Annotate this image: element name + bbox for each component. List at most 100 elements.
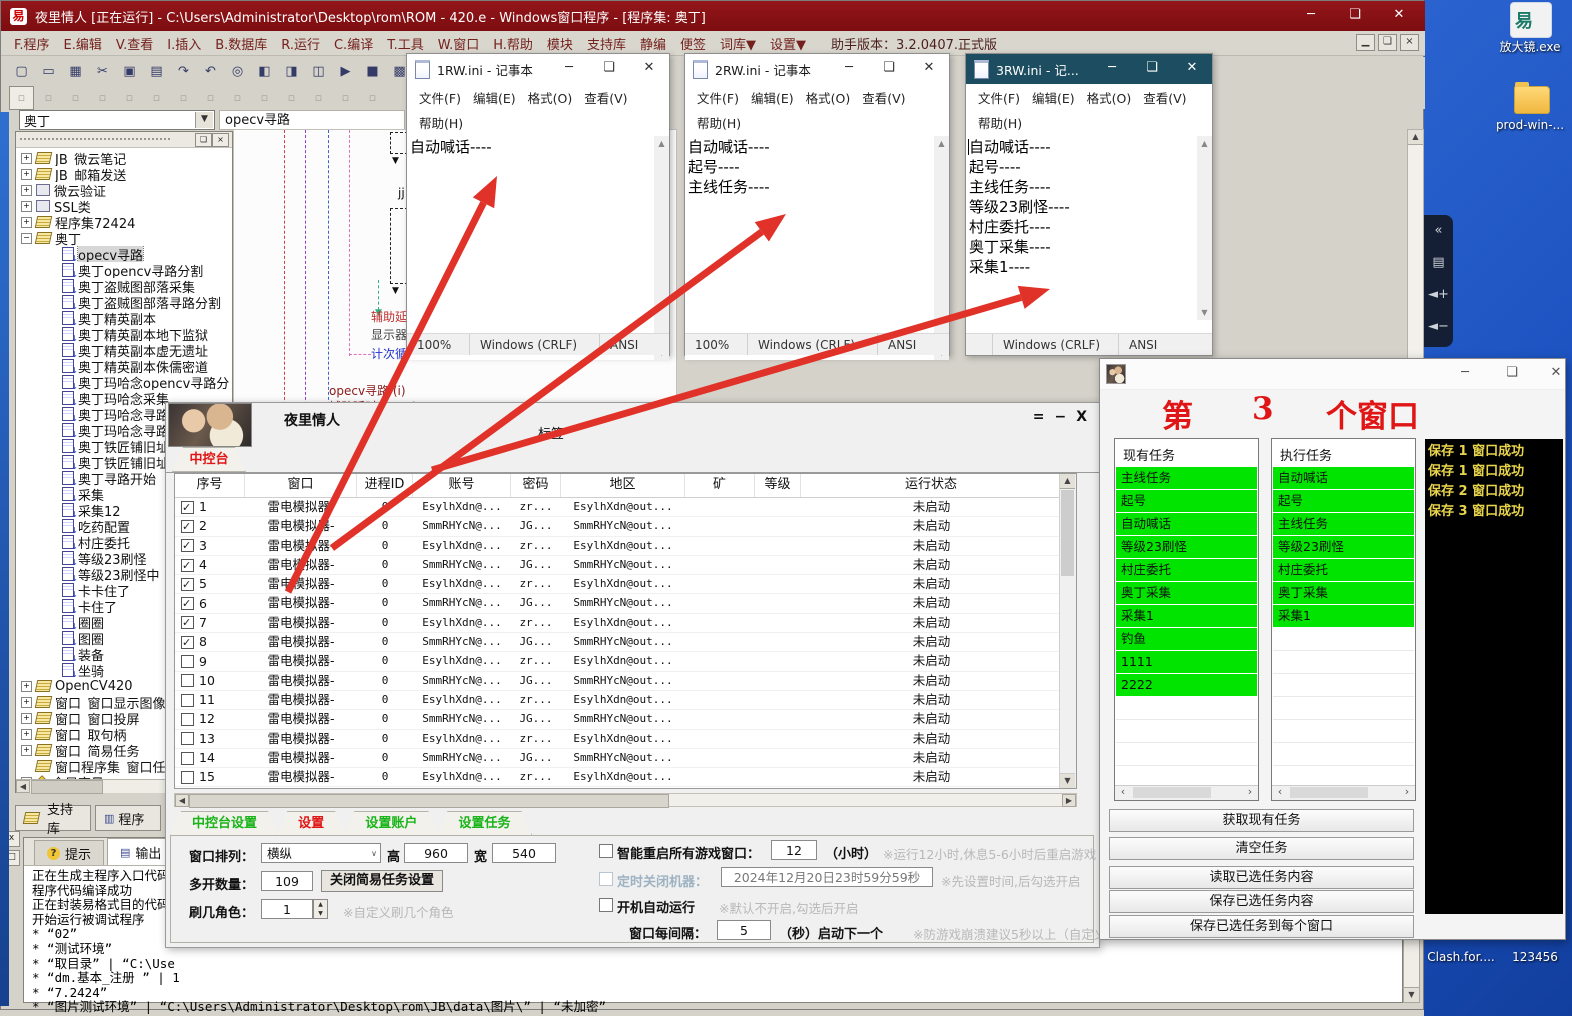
menu-item[interactable]: 帮助(H) [972,110,1028,135]
row-checkbox[interactable] [181,501,194,514]
autorun-checkbox[interactable] [599,898,613,912]
row-checkbox[interactable] [181,520,194,533]
menu-item[interactable]: 支持库 [587,34,626,53]
menu-item[interactable]: F.程序 [14,34,50,53]
table-row[interactable]: 14 雷电模拟器- 0 SmmRHYcN@... JG... SmmRHYcN@… [175,749,1076,768]
table-row[interactable]: 16 雷电模拟器- 0 SmmRHYcN@... JG... SmmRHYcN@… [175,787,1076,789]
support-lib-button[interactable]: 支持库 [15,805,91,831]
tree-item-label[interactable]: 采集 [78,486,104,502]
tree-item-label[interactable]: 奥丁精英副本侏儒密道 [78,358,208,374]
scroll-left-icon[interactable]: ◀ [16,780,30,793]
chevron-down-icon[interactable]: ▼ [195,112,213,128]
read-selected-button[interactable]: 读取已选任务内容 [1109,866,1414,889]
col-password[interactable]: 密码 [511,474,561,497]
scroll-up-icon[interactable]: ▲ [934,136,949,151]
row-checkbox[interactable] [181,694,194,707]
list-horizontal-scrollbar[interactable]: ‹› [1115,785,1258,800]
save-selected-button[interactable]: 保存已选任务内容 [1109,890,1414,913]
col-account[interactable]: 账号 [413,474,511,497]
tree-item-label[interactable]: 程序集72424 [55,214,135,230]
expand-toggle-icon[interactable] [21,745,32,756]
menu-item[interactable]: 设置▼ [770,34,806,53]
align-icon[interactable]: ▫ [279,86,304,110]
scrollbar-thumb[interactable] [1290,787,1368,798]
task-item[interactable]: 奥丁采集 [1273,582,1414,605]
tree-item-label[interactable]: 等级23刷怪 [78,550,147,566]
table-row[interactable]: 15 雷电模拟器- 0 EsylhXdn@... zr... EsylhXdn@… [175,768,1076,787]
scroll-down-icon[interactable]: ▼ [1197,305,1212,320]
multi-open-input[interactable]: 109 [261,871,313,891]
tree-item[interactable]: JB_邮箱发送 [18,166,232,182]
paste-icon[interactable]: ▤ [144,60,169,84]
row-checkbox[interactable] [181,713,194,726]
copy-icon[interactable]: ▣ [117,60,142,84]
menu-item[interactable]: 便签 [680,34,706,53]
table-row[interactable]: 2 雷电模拟器- 0 SmmRHYcN@... JG... SmmRHYcN@o… [175,517,1076,536]
tree-item-label[interactable]: 村庄委托 [78,534,130,550]
align-icon[interactable]: ▫ [9,86,34,110]
stop-icon[interactable]: ■ [360,60,385,84]
tree-item[interactable]: 微云验证 [18,182,232,198]
list-horizontal-scrollbar[interactable]: ‹› [1272,785,1415,800]
menu-item[interactable]: W.窗口 [438,34,480,53]
tree-item-label[interactable]: 窗口_简易任务 [55,742,140,758]
task-panel-title-bar[interactable]: ─ ❏ ✕ [1100,359,1565,390]
minimize-button[interactable]: − [1054,409,1066,425]
settings-tab[interactable]: 中控台设置 [170,811,279,836]
task-item[interactable]: 起号 [1273,490,1414,513]
table-row[interactable]: 6 雷电模拟器- 0 SmmRHYcN@... JG... SmmRHYcN@o… [175,594,1076,613]
row-checkbox[interactable] [181,539,194,552]
timed-shutdown-checkbox[interactable] [599,872,613,886]
task-item[interactable]: 起号 [1116,490,1257,513]
menu-item[interactable]: 文件(F) [691,85,745,110]
tree-item-label[interactable]: 奥丁寻路开始 [78,470,156,486]
tree-item[interactable]: SSL类 [18,198,232,214]
tree-item-label[interactable]: 奥丁玛哈念采集 [78,390,169,406]
align-icon[interactable]: ▫ [171,86,196,110]
tree-item[interactable]: 奥丁玛哈念opencv寻路分 [18,374,232,390]
redo-icon[interactable]: ↷ [171,60,196,84]
task-item[interactable]: 村庄委托 [1273,559,1414,582]
program-button[interactable]: ▥ 程序 [95,805,161,831]
task-item[interactable]: 钓鱼 [1116,628,1257,651]
menu-toggle-button[interactable]: = [1033,409,1045,425]
row-checkbox[interactable] [181,559,194,572]
magnifier-app-icon[interactable]: 易 [1510,2,1552,38]
menu-item[interactable]: 格式(O) [1081,85,1138,110]
tree-item-label[interactable]: 窗口_取句柄 [55,726,127,742]
align-icon[interactable]: ▫ [225,86,250,110]
interval-input[interactable]: 5 [717,920,771,940]
align-icon[interactable]: ▫ [63,86,88,110]
col-mine[interactable]: 矿 [685,474,755,497]
smart-restart-checkbox[interactable] [599,844,613,858]
close-button[interactable]: ✕ [909,54,949,84]
menu-item[interactable]: I.插入 [167,34,201,53]
menu-item[interactable]: 文件(F) [413,85,467,110]
tree-item-label[interactable]: 窗口_窗口投屏 [55,710,140,726]
menu-item[interactable]: E.编辑 [64,34,102,53]
tree-item[interactable]: 奥丁精英副本地下监狱 [18,326,232,342]
scroll-up-icon[interactable]: ▲ [1060,474,1075,489]
close-panel-icon[interactable]: × [212,133,229,147]
notepad-text-area[interactable]: 自动喊话----起号----主线任务---- ▲ ▼ [685,136,949,360]
new-file-icon[interactable]: ▢ [9,60,34,84]
menu-item[interactable]: 模块 [547,34,573,53]
row-checkbox[interactable] [181,674,194,687]
table-row[interactable]: 1 雷电模拟器- 0 EsylhXdn@... zr... EsylhXdn@o… [175,498,1076,517]
align-icon[interactable]: ▫ [252,86,277,110]
minimize-button[interactable]: ─ [1092,54,1132,84]
tree-item-label[interactable]: 奥丁精英副本 [78,310,156,326]
menu-item[interactable]: 编辑(E) [1026,85,1081,110]
menu-item[interactable]: R.运行 [281,34,320,53]
tree-item-label[interactable]: SSL类 [54,198,91,214]
scroll-right-icon[interactable]: › [1242,786,1258,799]
tree-item-label[interactable]: 图圈 [78,630,104,646]
scroll-up-icon[interactable]: ▲ [1408,130,1423,145]
undo-icon[interactable]: ↶ [198,60,223,84]
save-icon[interactable]: ▦ [63,60,88,84]
menu-item[interactable]: 编辑(E) [745,85,800,110]
align-icon[interactable]: ▫ [90,86,115,110]
roles-input[interactable]: 1 [261,899,313,919]
volume-up-icon[interactable]: ◄+ [1424,279,1453,311]
menu-item[interactable]: V.查看 [116,34,153,53]
